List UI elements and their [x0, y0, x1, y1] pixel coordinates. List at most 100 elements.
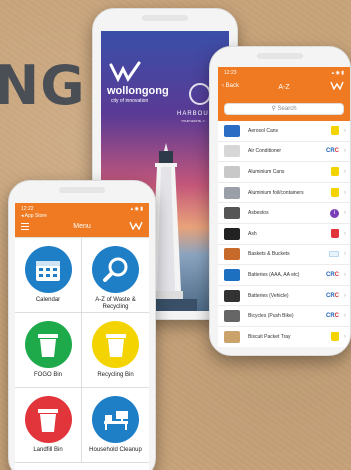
signal-icon: ▴ ◉ ▮	[130, 206, 143, 212]
chevron-right-icon: ›	[344, 210, 346, 217]
search-placeholder: Search	[277, 106, 297, 112]
tile-label: Calendar	[35, 297, 61, 303]
menu-phone: 12:22 ◂ App Store ▴ ◉ ▮ Menu Calendar A-…	[8, 180, 156, 470]
item-label: Asbestos	[248, 210, 269, 217]
menu-tile-calendar[interactable]: Calendar	[15, 238, 82, 313]
harbour-subtitle: YOUR WASTE, Y...	[181, 119, 207, 123]
logo-name: wollongong	[107, 85, 169, 97]
tile-label: A-Z of Waste & Recycling	[95, 297, 136, 310]
crc-text: CR	[325, 292, 335, 299]
list-item[interactable]: Aerosol Cans ›	[218, 121, 350, 142]
yellow-bin-icon	[331, 332, 339, 342]
yellow-bin-icon	[331, 126, 339, 136]
crc-text: C	[334, 148, 339, 155]
status-time: 12:23	[224, 70, 237, 76]
az-header: 12:23 ▴ ◉ ▮ ‹ Back A-Z	[218, 67, 350, 99]
item-label: Biscuit Packet Tray	[248, 333, 291, 340]
chevron-right-icon: ›	[344, 271, 346, 278]
wollongong-logo-icon	[330, 81, 344, 90]
item-thumbnail	[224, 268, 240, 281]
crc-badge: CRC	[326, 148, 339, 154]
menu-tile-fogo[interactable]: FOGO Bin	[15, 313, 82, 388]
chevron-right-icon: ›	[344, 251, 346, 258]
yellow-bin-icon	[331, 167, 339, 177]
list-item[interactable]: Baskets & Buckets ›	[218, 245, 350, 266]
list-item[interactable]: Batteries (Vehicle) CRC ›	[218, 286, 350, 307]
item-thumbnail	[224, 145, 240, 158]
az-phone: 12:23 ▴ ◉ ▮ ‹ Back A-Z ⚲ Search Aerosol …	[209, 46, 351, 356]
crc-text: C	[334, 292, 339, 299]
search-icon	[92, 246, 139, 293]
item-label: Batteries (Vehicle)	[248, 292, 289, 299]
item-label: Bicycles (Push Bike)	[248, 313, 294, 320]
item-thumbnail	[224, 289, 240, 302]
item-label: Aluminium Cans	[248, 168, 285, 175]
menu-tile-recycling[interactable]: Recycling Bin	[82, 313, 149, 388]
menu-grid: Calendar A-Z of Waste & Recycling FOGO B…	[15, 237, 149, 463]
tile-label: Landfill Bin	[33, 447, 63, 453]
item-thumbnail	[224, 207, 240, 220]
gauge-icon	[329, 251, 339, 258]
az-list: Aerosol Cans › Air Conditioner CRC › Aluminiu…	[218, 121, 350, 347]
crc-text: CR	[325, 148, 335, 155]
crc-text: CR	[325, 313, 335, 320]
list-item[interactable]: Aluminium Cans ›	[218, 162, 350, 183]
chevron-right-icon: ›	[344, 148, 346, 155]
crc-badge: CRC	[326, 272, 339, 278]
menu-tile-landfill[interactable]: Landfill Bin	[15, 388, 82, 463]
furniture-icon	[92, 396, 139, 443]
item-thumbnail	[224, 330, 240, 343]
phone-notch	[59, 187, 105, 193]
signal-icon: ▴ ◉ ▮	[331, 70, 344, 76]
item-thumbnail	[224, 248, 240, 261]
item-thumbnail	[224, 165, 240, 178]
list-item[interactable]: Ash ›	[218, 224, 350, 245]
app-store-back[interactable]: ◂ App Store	[21, 213, 47, 219]
item-label: Air Conditioner	[248, 148, 282, 155]
calendar-icon	[24, 246, 72, 293]
tile-label: Household Cleanup	[89, 447, 142, 453]
info-icon: i	[330, 208, 339, 218]
crc-badge: CRC	[326, 313, 339, 319]
menu-screen: 12:22 ◂ App Store ▴ ◉ ▮ Menu Calendar A-…	[15, 203, 149, 470]
list-item[interactable]: Bicycles (Push Bike) CRC ›	[218, 306, 350, 327]
yellow-bin-icon	[331, 188, 339, 198]
status-time: 12:22	[21, 206, 34, 212]
list-item[interactable]: Biscuit Packet Tray ›	[218, 327, 350, 347]
wollongong-logo-icon	[129, 221, 143, 230]
logo-tagline: city of innovation	[111, 98, 149, 104]
list-item[interactable]: Air Conditioner CRC ›	[218, 142, 350, 163]
item-label: Aluminium foil/containers	[248, 189, 304, 196]
brand-heading: NG	[0, 54, 86, 117]
red-bin-icon	[24, 396, 72, 443]
item-label: Aerosol Cans	[248, 127, 279, 134]
list-item[interactable]: Batteries (AAA, AA etc) CRC ›	[218, 265, 350, 286]
item-label: Ash	[248, 230, 257, 237]
yellow-bin-icon	[92, 321, 139, 368]
harbour-logo-icon	[189, 83, 211, 105]
item-thumbnail	[224, 124, 240, 137]
list-item[interactable]: Asbestos i ›	[218, 203, 350, 224]
tile-label: FOGO Bin	[33, 372, 62, 378]
chevron-right-icon: ›	[344, 189, 346, 196]
chevron-right-icon: ›	[344, 230, 346, 237]
az-screen: 12:23 ▴ ◉ ▮ ‹ Back A-Z ⚲ Search Aerosol …	[218, 67, 350, 347]
menu-tile-a-z[interactable]: A-Z of Waste & Recycling	[82, 238, 149, 313]
search-input[interactable]: ⚲ Search	[224, 103, 344, 115]
search-bar: ⚲ Search	[218, 99, 350, 121]
crc-text: C	[334, 271, 339, 278]
wollongong-logo-icon	[109, 61, 141, 83]
crc-text: CR	[325, 271, 335, 278]
item-thumbnail	[224, 227, 240, 240]
list-item[interactable]: Aluminium foil/containers ›	[218, 183, 350, 204]
menu-header: 12:22 ◂ App Store ▴ ◉ ▮ Menu	[15, 203, 149, 237]
item-thumbnail	[224, 186, 240, 199]
green-bin-icon	[24, 321, 72, 368]
red-bin-icon	[331, 229, 339, 239]
crc-badge: CRC	[326, 293, 339, 299]
phone-notch	[142, 15, 188, 21]
menu-tile-household-cleanup[interactable]: Household Cleanup	[82, 388, 149, 463]
chevron-right-icon: ›	[344, 313, 346, 320]
phone-notch	[257, 53, 303, 59]
item-label: Batteries (AAA, AA etc)	[248, 271, 300, 278]
